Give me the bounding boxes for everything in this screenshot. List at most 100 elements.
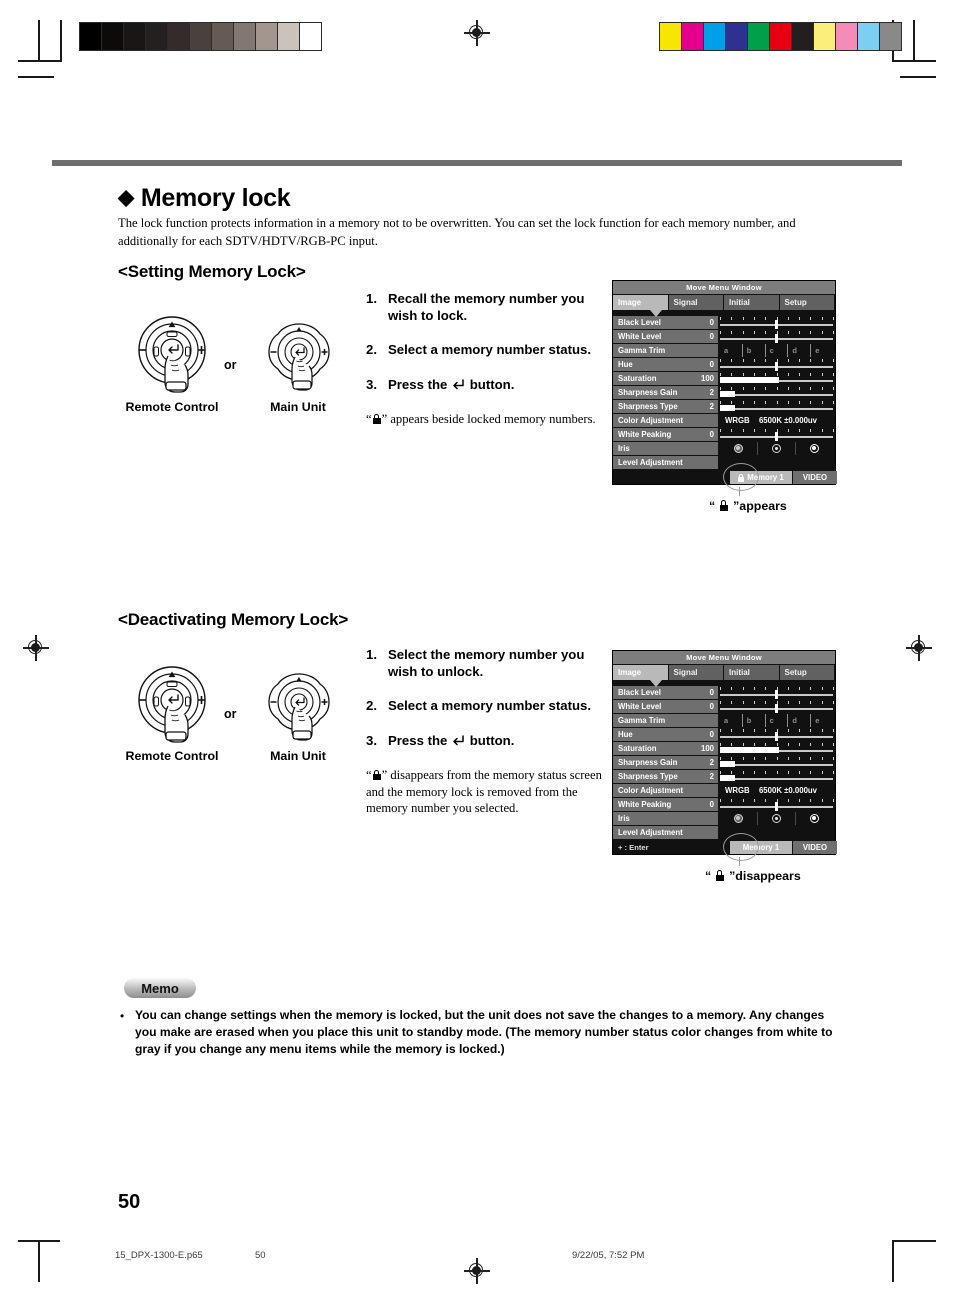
osd-row-control[interactable] [720,330,835,343]
osd-tab-initial[interactable]: Initial [724,295,779,310]
osd-gamma-trim-segments[interactable]: abcde [720,344,833,357]
osd-menu-row[interactable]: Sharpness Type 2 [613,400,835,413]
osd-input-source[interactable]: VIDEO [793,471,837,484]
osd-row-control[interactable] [720,428,835,441]
osd-menu-row[interactable]: Hue 0 [613,728,835,741]
osd-slider-handle[interactable] [774,334,778,343]
osd-tab-signal[interactable]: Signal [668,665,723,680]
osd-iris-options[interactable] [720,812,833,825]
osd-slider[interactable] [720,358,834,371]
osd-level-bar[interactable] [720,756,834,769]
osd-row-control[interactable] [720,442,835,455]
osd-iris-options[interactable] [720,442,833,455]
osd-menu-row[interactable]: Sharpness Gain 2 [613,756,835,769]
osd-menu-row[interactable]: Black Level 0 [613,316,835,329]
osd-level-bar[interactable] [720,742,834,755]
osd-level-bar[interactable] [720,770,834,783]
osd-row-control[interactable]: abcde [720,344,835,357]
osd-tab-initial[interactable]: Initial [724,665,779,680]
osd-tab-signal[interactable]: Signal [668,295,723,310]
osd-row-label-text: Color Adjustment [618,416,684,425]
osd-menu-row[interactable]: White Peaking 0 [613,428,835,441]
osd-level-bar[interactable] [720,400,834,413]
osd-slider-handle[interactable] [774,802,778,811]
osd-menu-row[interactable]: Sharpness Gain 2 [613,386,835,399]
osd-input-source[interactable]: VIDEO [793,841,837,854]
osd-menu-row[interactable]: Hue 0 [613,358,835,371]
osd-row-value: 100 [700,744,714,753]
osd-row-control[interactable]: WRGB 6500K ±0.000uv [720,784,835,797]
osd-row-control[interactable] [720,756,835,769]
osd-gamma-trim-segments[interactable]: abcde [720,714,833,727]
osd-menu-row[interactable]: Saturation 100 [613,742,835,755]
osd-level-bar[interactable] [720,372,834,385]
osd-iris-option[interactable] [720,442,758,455]
osd-slider-handle[interactable] [774,690,778,699]
osd-row-control[interactable] [720,798,835,811]
osd-slider[interactable] [720,428,834,441]
osd-gamma-segment[interactable]: b [743,344,766,357]
osd-iris-option[interactable] [796,442,833,455]
osd-menu-row[interactable]: Gamma Trim a b c d e [613,344,835,357]
osd-row-control[interactable] [720,728,835,741]
osd-row-control[interactable] [720,770,835,783]
osd-slider[interactable] [720,686,834,699]
osd-level-bar[interactable] [720,386,834,399]
osd-menu-row[interactable]: White Peaking 0 [613,798,835,811]
osd-slider-handle[interactable] [774,320,778,329]
osd-row-control[interactable] [720,742,835,755]
osd-gamma-segment[interactable]: b [743,714,766,727]
osd-gamma-segment[interactable]: c [766,714,789,727]
osd-slider[interactable] [720,700,834,713]
osd-row-control[interactable] [720,386,835,399]
osd-menu-row[interactable]: Sharpness Type 2 [613,770,835,783]
osd-menu-row[interactable]: Color Adjustment WRGB 6500K ±0.000uv [613,414,835,427]
osd-slider-handle[interactable] [774,432,778,441]
osd-menu-row[interactable]: Saturation 100 [613,372,835,385]
osd-menu-row[interactable]: Level Adjustment [613,826,835,839]
osd-tab-setup[interactable]: Setup [779,295,834,310]
osd-menu-row[interactable]: Level Adjustment [613,456,835,469]
osd-row-label-text: Sharpness Gain [618,758,678,767]
osd-iris-option[interactable] [720,812,758,825]
osd-iris-option[interactable] [796,812,833,825]
osd-row-control[interactable] [720,372,835,385]
osd-gamma-segment[interactable]: d [788,714,812,727]
osd-slider-handle[interactable] [774,704,778,713]
osd-gamma-segment[interactable]: e [811,344,833,357]
osd-slider-handle[interactable] [774,732,778,741]
osd-tab-bar: Image Signal Initial Setup [613,665,835,687]
osd-iris-option[interactable] [758,442,796,455]
osd-row-control[interactable]: WRGB 6500K ±0.000uv [720,414,835,427]
color-swatch [880,23,901,50]
osd-gamma-segment[interactable]: c [766,344,789,357]
osd-iris-option[interactable] [758,812,796,825]
osd-row-control[interactable] [720,686,835,699]
osd-slider[interactable] [720,798,834,811]
osd-menu-row[interactable]: Color Adjustment WRGB 6500K ±0.000uv [613,784,835,797]
osd-menu-row[interactable]: Iris [613,442,835,455]
osd-tab-image[interactable]: Image [613,665,668,680]
osd-slider-handle[interactable] [774,362,778,371]
osd-slider[interactable] [720,330,834,343]
osd-row-control[interactable] [720,700,835,713]
osd-tab-setup[interactable]: Setup [779,665,834,680]
osd-slider[interactable] [720,316,834,329]
osd-gamma-segment[interactable]: e [811,714,833,727]
osd-row-control[interactable]: abcde [720,714,835,727]
osd-row-control[interactable] [720,316,835,329]
osd-row-control[interactable] [720,812,835,825]
osd-menu-row[interactable]: White Level 0 [613,330,835,343]
osd-gamma-segment[interactable]: d [788,344,812,357]
osd-gamma-segment[interactable]: a [720,344,743,357]
osd-menu-row[interactable]: Gamma Trim a b c d e [613,714,835,727]
osd-gamma-segment[interactable]: a [720,714,743,727]
osd-menu-row[interactable]: Iris [613,812,835,825]
osd-tab-image[interactable]: Image [613,295,668,310]
page-number: 50 [118,1191,141,1213]
osd-menu-row[interactable]: White Level 0 [613,700,835,713]
osd-row-control[interactable] [720,400,835,413]
osd-slider[interactable] [720,728,834,741]
osd-menu-row[interactable]: Black Level 0 [613,686,835,699]
osd-row-control[interactable] [720,358,835,371]
